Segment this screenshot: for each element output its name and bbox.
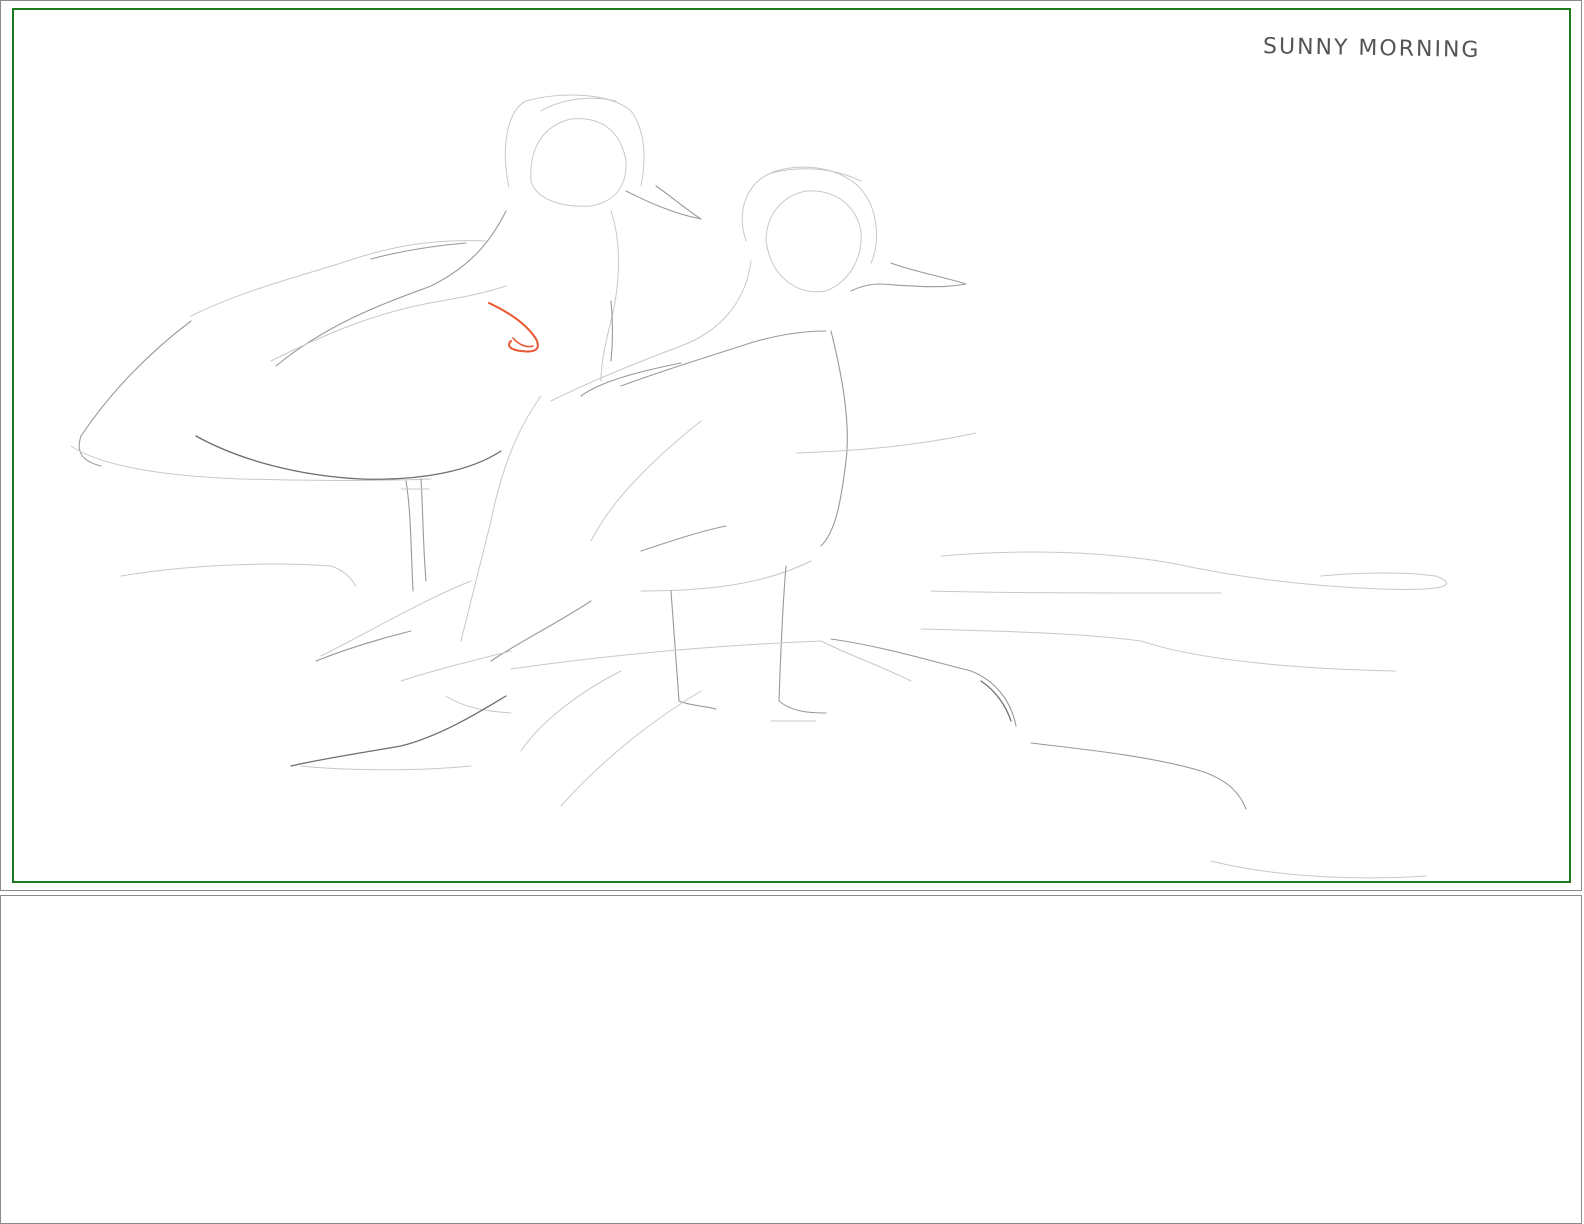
rock-sketch (290, 638, 1247, 810)
storyboard-panel-2 (0, 895, 1582, 1224)
water-lines-sketch (120, 432, 1448, 879)
storyboard-sheet: SUNNY MORNING (0, 0, 1584, 1224)
bird-left-sketch (70, 94, 702, 592)
sketch-drawing (70, 94, 1448, 879)
panel-caption: SUNNY MORNING (1262, 34, 1481, 63)
direction-arrow (488, 302, 539, 353)
storyboard-panel-1: SUNNY MORNING (0, 0, 1582, 891)
